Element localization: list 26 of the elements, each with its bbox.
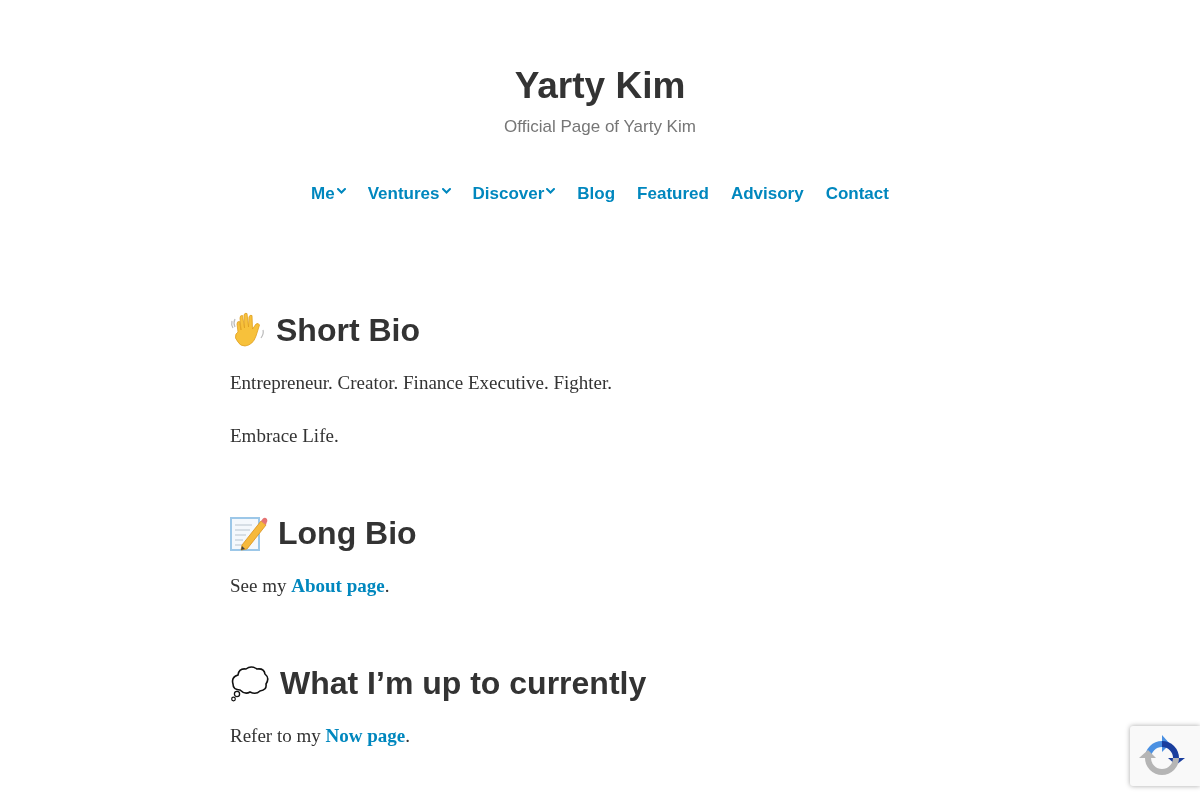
- section-heading: Long Bio: [278, 514, 417, 553]
- body-paragraph: See my About page.: [230, 574, 391, 598]
- site-title[interactable]: Yarty Kim: [514, 63, 686, 109]
- chevron-down-icon: [336, 188, 346, 194]
- nav-link[interactable]: Me: [311, 182, 346, 206]
- text-link[interactable]: Now page: [325, 725, 406, 746]
- floating-badge[interactable]: [1130, 726, 1200, 786]
- body-paragraph: Refer to my Now page.: [230, 724, 411, 748]
- memo-pencil-icon: [230, 515, 268, 551]
- waving-hand-icon: [230, 312, 266, 348]
- nav-link[interactable]: Discover: [472, 182, 556, 206]
- nav-link[interactable]: Ventures: [367, 182, 451, 206]
- nav-link[interactable]: Featured: [637, 182, 709, 206]
- circular-arrows-icon: [1139, 734, 1185, 778]
- nav-link[interactable]: Contact: [825, 182, 889, 206]
- thought-bubble-icon: [230, 664, 270, 702]
- nav-link[interactable]: Blog: [577, 182, 616, 206]
- section-heading: Short Bio: [276, 311, 420, 350]
- chevron-down-icon: [441, 188, 451, 194]
- body-paragraph: Embrace Life.: [230, 424, 340, 448]
- chevron-down-icon: [546, 188, 556, 194]
- site-tagline: Official Page of Yarty Kim: [504, 116, 696, 138]
- nav-link[interactable]: Advisory: [730, 182, 804, 206]
- text-link[interactable]: About page: [291, 575, 385, 596]
- body-paragraph: Entrepreneur. Creator. Finance Executive. Fighter.: [230, 371, 613, 395]
- section-heading: What I’m up to currently: [280, 664, 647, 703]
